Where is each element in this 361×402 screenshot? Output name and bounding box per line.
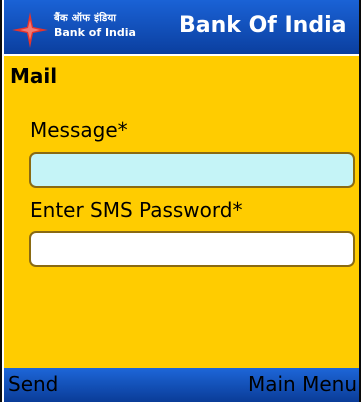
mail-form-area: Mail Message* Enter SMS Password* <box>4 56 359 368</box>
bank-logo-star-icon <box>12 12 48 48</box>
sms-password-input[interactable] <box>29 231 355 267</box>
softkey-bar: Send Main Menu <box>4 368 359 402</box>
app-title: Bank Of India <box>179 13 347 38</box>
app-frame: बैंक ऑफ इंडिया Bank of India Bank Of Ind… <box>0 0 361 402</box>
page-title: Mail <box>10 64 58 88</box>
sms-password-label: Enter SMS Password* <box>30 198 243 222</box>
send-softkey[interactable]: Send <box>8 372 58 396</box>
logo-hindi-text: बैंक ऑफ इंडिया <box>54 13 117 24</box>
logo-english-text: Bank of India <box>54 26 136 39</box>
message-input[interactable] <box>29 152 355 188</box>
bank-logo-text: बैंक ऑफ इंडिया Bank of India <box>54 13 136 39</box>
main-menu-softkey[interactable]: Main Menu <box>248 372 357 396</box>
message-label: Message* <box>30 118 128 142</box>
app-header: बैंक ऑफ इंडिया Bank of India Bank Of Ind… <box>4 0 359 56</box>
